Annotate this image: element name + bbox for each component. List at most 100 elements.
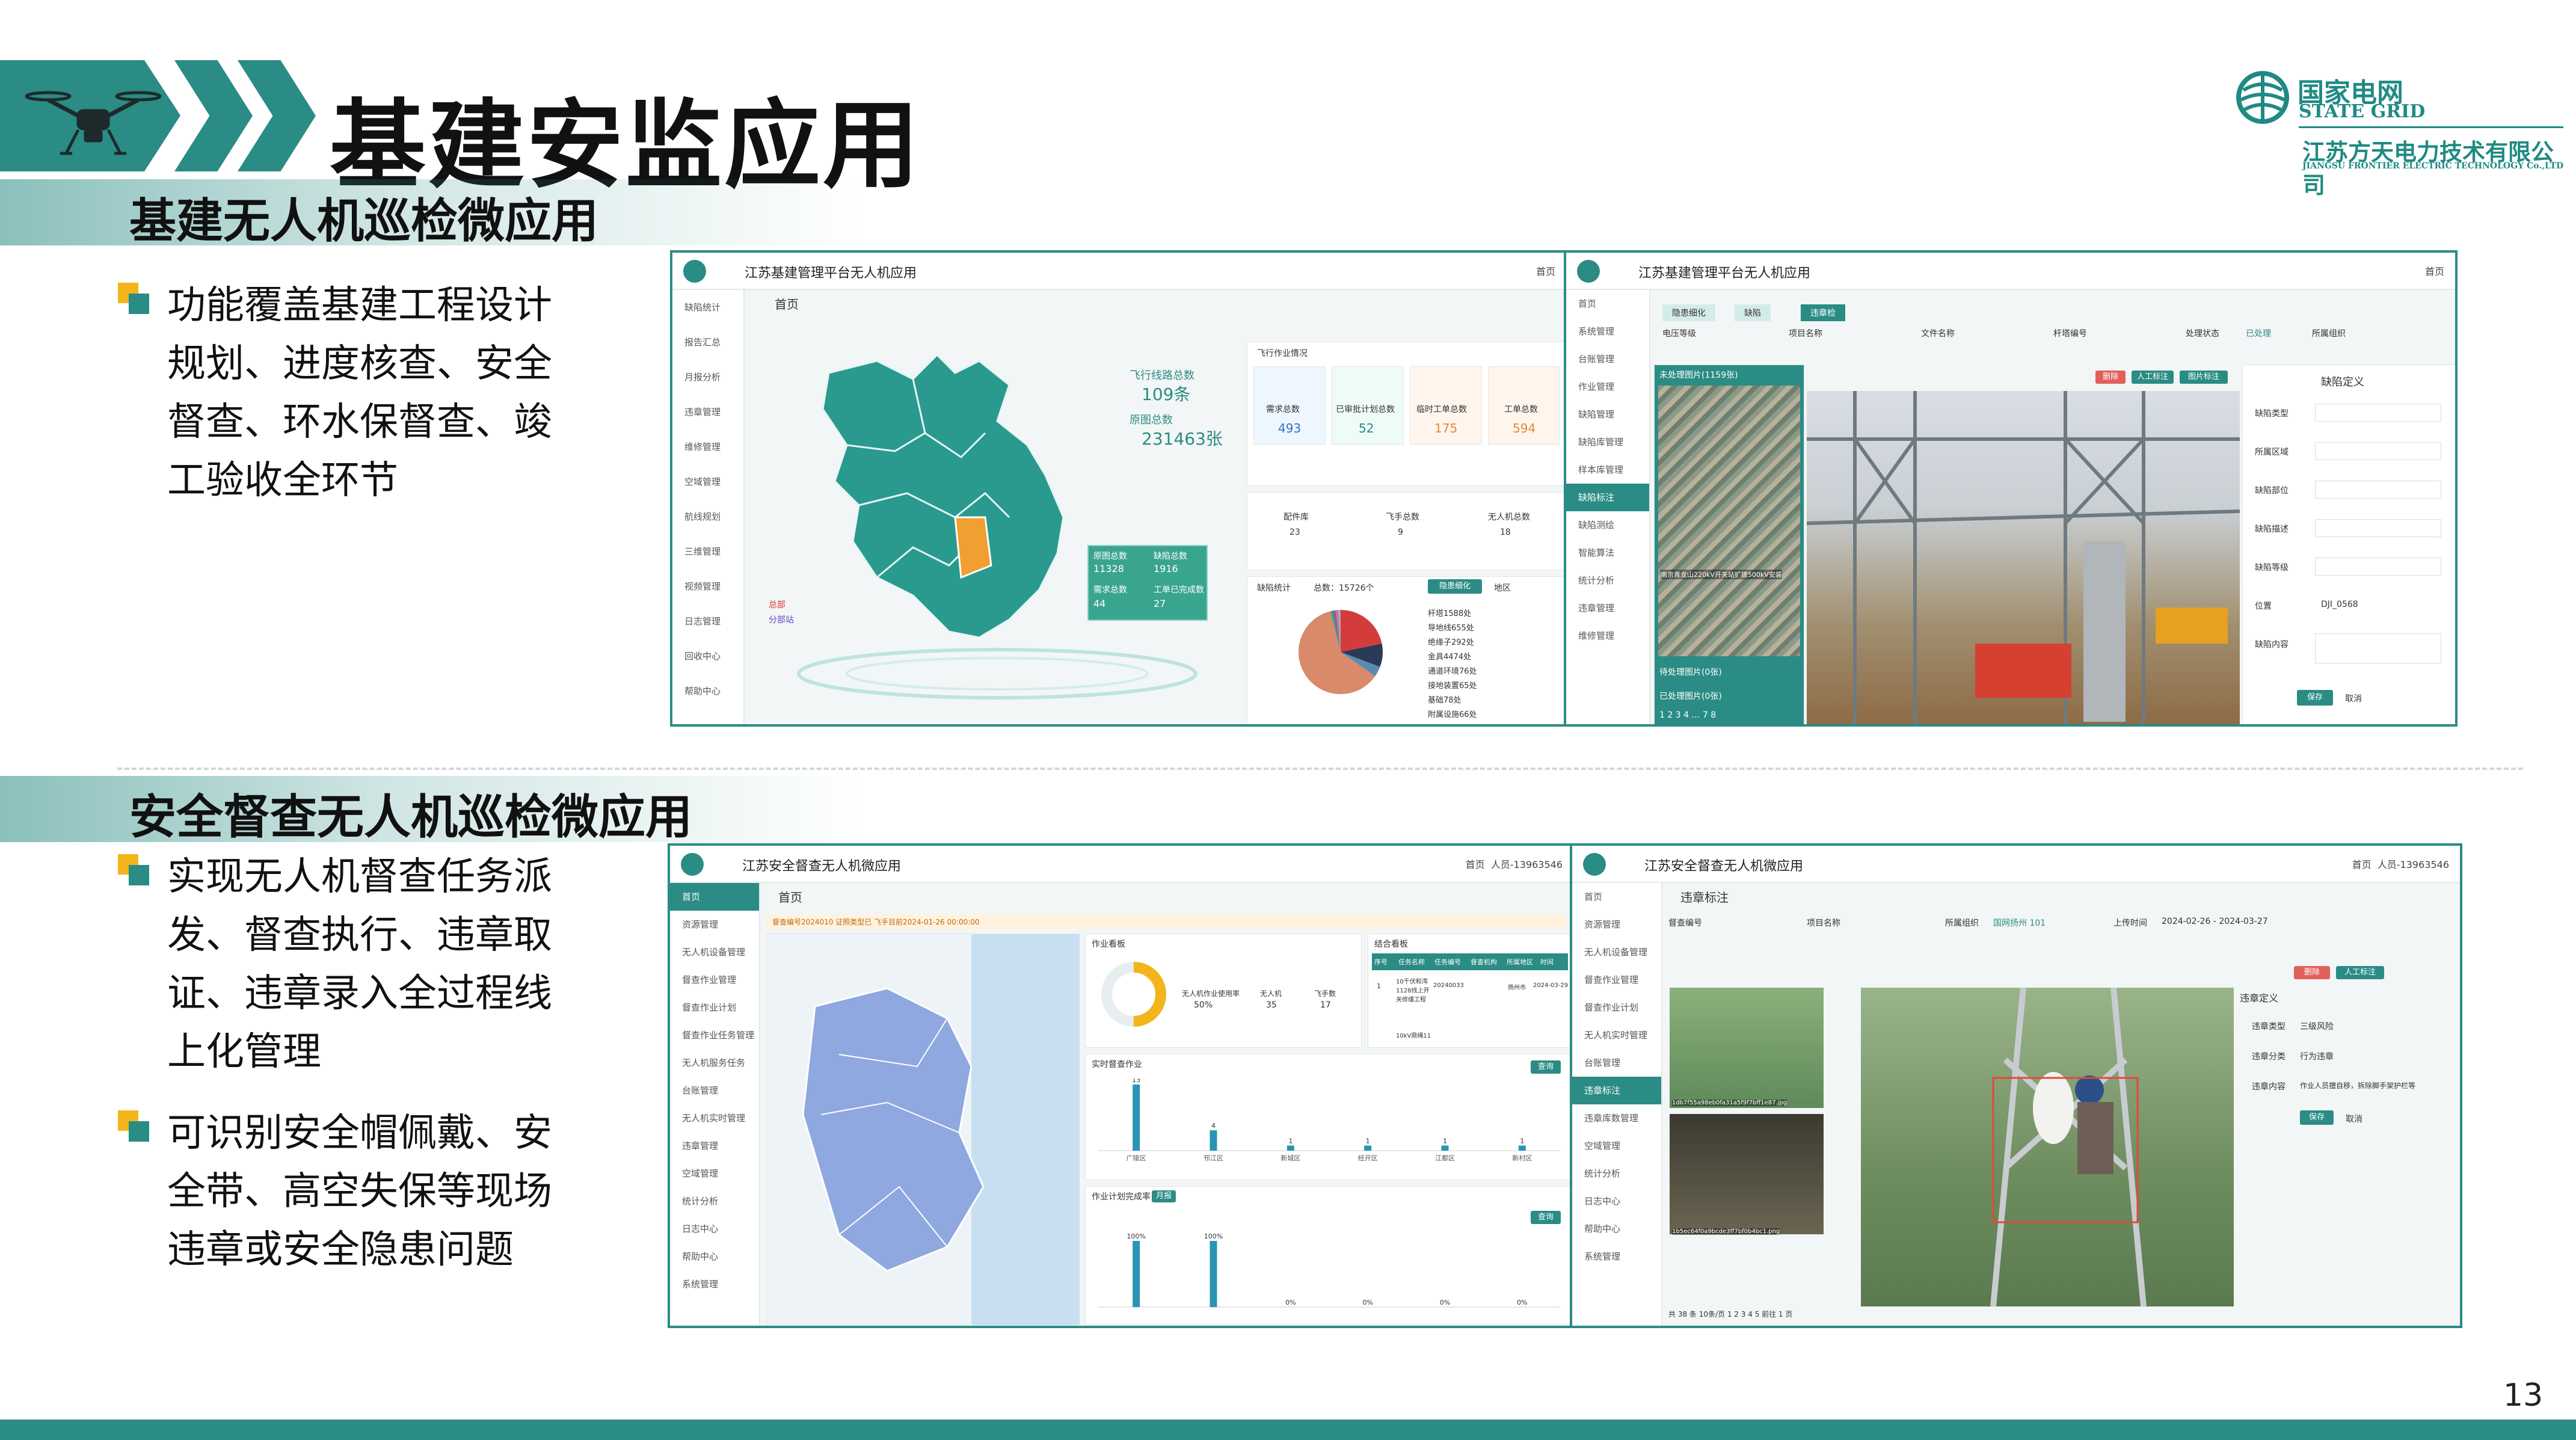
sidebar-item[interactable]: 台账管理: [1572, 1049, 1661, 1077]
flight-card[interactable]: 已审批计划总数 52: [1332, 366, 1404, 445]
home-link[interactable]: 首页: [2425, 263, 2444, 278]
part-select[interactable]: [2315, 481, 2441, 499]
bar-tab[interactable]: 月报: [1152, 1190, 1176, 1202]
org-select[interactable]: 国网扬州 101: [1993, 917, 2046, 929]
sidebar-item[interactable]: 作业管理: [1566, 373, 1649, 401]
home-link[interactable]: 首页: [1536, 263, 1555, 278]
image-list-footer[interactable]: 待处理图片(0张): [1659, 666, 1722, 678]
sidebar-item[interactable]: 系统管理: [1572, 1243, 1661, 1270]
violation-thumb[interactable]: [1670, 988, 1824, 1108]
violation-type-select[interactable]: 三级风险: [2300, 1020, 2334, 1032]
sidebar-item[interactable]: 缺陷测绘: [1566, 511, 1649, 539]
sidebar-item[interactable]: 违章管理: [670, 1132, 759, 1160]
sidebar-item[interactable]: 日志中心: [670, 1215, 759, 1243]
sidebar-item[interactable]: 缺陷库管理: [1566, 428, 1649, 456]
supervision-map[interactable]: [766, 934, 1080, 1325]
image-annotate-button[interactable]: 图片标注: [2180, 371, 2228, 384]
sidebar-item-active[interactable]: 缺陷标注: [1566, 484, 1649, 511]
sidebar-item[interactable]: 日志中心: [1572, 1187, 1661, 1215]
violation-content-select[interactable]: 作业人员擅自移，拆除脚手架护栏等: [2300, 1080, 2456, 1091]
sidebar-item[interactable]: 首页: [1572, 883, 1661, 911]
sidebar-item[interactable]: 违章管理: [1566, 594, 1649, 622]
sidebar-item[interactable]: 空域管理: [1572, 1132, 1661, 1160]
home-link[interactable]: 首页: [1466, 859, 1485, 870]
sidebar-item[interactable]: 航线规划: [672, 499, 743, 534]
sidebar-item[interactable]: 统计分析: [1572, 1160, 1661, 1187]
user-info[interactable]: 首页 人员-13963546: [2352, 857, 2449, 871]
violation-thumb[interactable]: [1670, 1114, 1824, 1234]
sidebar-item[interactable]: 违章管理: [672, 395, 743, 429]
sidebar-item[interactable]: 帮助中心: [672, 674, 743, 709]
sidebar-item[interactable]: 无人机实时管理: [670, 1104, 759, 1132]
sidebar-item[interactable]: 维修管理: [672, 429, 743, 464]
user-name[interactable]: 人员-13963546: [1491, 859, 1563, 870]
inspection-photo[interactable]: [1807, 391, 2240, 724]
flight-card[interactable]: 需求总数 493: [1253, 366, 1326, 445]
pager[interactable]: 1 2 3 4 … 7 8: [1659, 710, 1716, 720]
sidebar-item[interactable]: 日志管理: [672, 604, 743, 639]
sidebar-item[interactable]: 督查作业管理: [670, 966, 759, 994]
violation-photo[interactable]: [1861, 988, 2234, 1306]
table-cell[interactable]: 10kV鼎绳11: [1396, 1030, 1431, 1039]
delete-button[interactable]: 删除: [2294, 966, 2330, 979]
sidebar-item[interactable]: 无人机设备管理: [1572, 938, 1661, 966]
home-link[interactable]: 首页: [2352, 859, 2372, 870]
date-range-input[interactable]: 2024-02-26 - 2024-03-27: [2162, 917, 2268, 926]
sidebar-item[interactable]: 资源管理: [1572, 911, 1661, 938]
sidebar-item[interactable]: 违章库数管理: [1572, 1104, 1661, 1132]
query-button[interactable]: 查询: [1531, 1060, 1561, 1074]
sidebar-item[interactable]: 督查作业管理: [1572, 966, 1661, 994]
sidebar-item[interactable]: 督查作业计划: [670, 994, 759, 1021]
sidebar-item[interactable]: 统计分析: [1566, 567, 1649, 594]
sidebar-item[interactable]: 首页: [1566, 290, 1649, 318]
sidebar-item[interactable]: 无人机实时管理: [1572, 1021, 1661, 1049]
tab[interactable]: 隐患细化: [1662, 304, 1715, 321]
image-thumbnails[interactable]: [1658, 386, 1800, 656]
sidebar-item[interactable]: 缺陷管理: [1566, 401, 1649, 428]
sidebar-item[interactable]: 督查作业计划: [1572, 994, 1661, 1021]
sidebar-item[interactable]: 资源管理: [670, 911, 759, 938]
sidebar-item[interactable]: 视频管理: [672, 569, 743, 604]
level-select[interactable]: [2315, 558, 2441, 576]
sidebar-item[interactable]: 无人机设备管理: [670, 938, 759, 966]
sidebar-item[interactable]: 空域管理: [670, 1160, 759, 1187]
sidebar-item[interactable]: 系统管理: [670, 1270, 759, 1298]
user-name[interactable]: 人员-13963546: [2378, 859, 2449, 870]
defect-type-select[interactable]: [2315, 404, 2441, 422]
sidebar-item[interactable]: 智能算法: [1566, 539, 1649, 567]
sidebar-item[interactable]: 回收中心: [672, 639, 743, 674]
sidebar-item[interactable]: 空域管理: [672, 464, 743, 499]
sidebar-item[interactable]: 帮助中心: [670, 1243, 759, 1270]
sidebar-item[interactable]: 无人机服务任务: [670, 1049, 759, 1077]
sidebar-item[interactable]: 月报分析: [672, 360, 743, 395]
area-select[interactable]: [2315, 442, 2441, 460]
sidebar-item[interactable]: 系统管理: [1566, 318, 1649, 345]
delete-button[interactable]: 删除: [2095, 371, 2126, 384]
sidebar-item[interactable]: 统计分析: [670, 1187, 759, 1215]
sidebar-item[interactable]: 三维管理: [672, 534, 743, 569]
sidebar-item[interactable]: 维修管理: [1566, 622, 1649, 650]
image-list-footer[interactable]: 已处理图片(0张): [1659, 690, 1722, 702]
query-button[interactable]: 查询: [1531, 1211, 1561, 1224]
defect-tab[interactable]: 地区: [1494, 582, 1511, 594]
tab-active[interactable]: 违章检: [1801, 304, 1845, 321]
defect-tab[interactable]: 隐患细化: [1428, 579, 1482, 594]
save-button[interactable]: 保存: [2300, 1110, 2334, 1125]
sidebar-item[interactable]: 台账管理: [670, 1077, 759, 1104]
sidebar-item[interactable]: 样本库管理: [1566, 456, 1649, 484]
cancel-button[interactable]: 取消: [2345, 692, 2362, 704]
sidebar-item[interactable]: 台账管理: [1566, 345, 1649, 373]
manual-annotate-button[interactable]: 人工标注: [2132, 371, 2174, 384]
filter-status-select[interactable]: 已处理: [2246, 327, 2271, 339]
sidebar-item[interactable]: 帮助中心: [1572, 1215, 1661, 1243]
manual-annotate-button[interactable]: 人工标注: [2336, 966, 2384, 979]
tab[interactable]: 缺陷: [1735, 304, 1771, 321]
sidebar-item-active[interactable]: 违章标注: [1572, 1077, 1661, 1104]
violation-category-select[interactable]: 行为违章: [2300, 1050, 2334, 1062]
flight-card[interactable]: 临时工单总数 175: [1410, 366, 1482, 445]
sidebar-item-active[interactable]: 首页: [670, 883, 759, 911]
description-select[interactable]: [2315, 519, 2441, 537]
position-value[interactable]: DJI_0568: [2321, 600, 2358, 609]
flight-card[interactable]: 工单总数 594: [1488, 366, 1560, 445]
sidebar-item[interactable]: 报告汇总: [672, 325, 743, 360]
